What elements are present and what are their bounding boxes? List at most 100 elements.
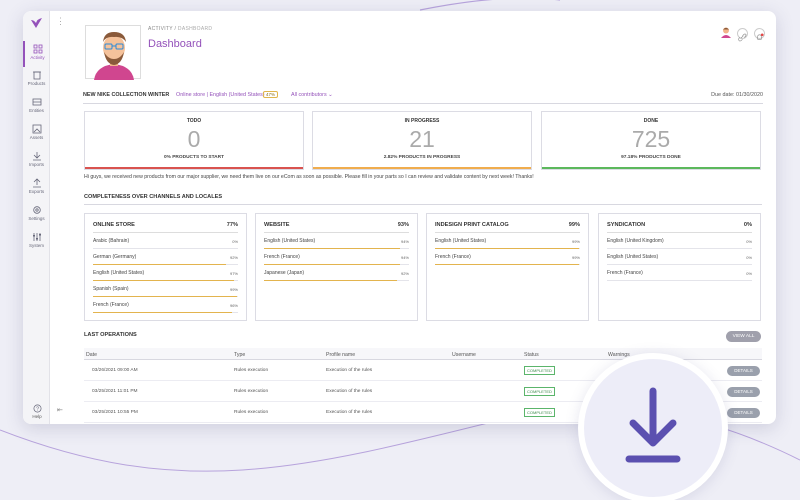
cell-type: Rules execution (234, 410, 269, 415)
stat-color-bar (85, 167, 303, 169)
project-avatar (85, 25, 141, 80)
user-avatar[interactable] (720, 26, 732, 38)
locale-row: English (United Kingdom) 0% (607, 238, 752, 252)
contributors-filter[interactable]: All contributors ⌄ (291, 92, 333, 98)
stat-card-todo[interactable]: TODO 0 0% PRODUCTS TO START (84, 111, 304, 170)
locale-pct: 97% (229, 271, 238, 276)
breadcrumb: ACTIVITY / DASHBOARD (148, 26, 212, 32)
details-button[interactable]: DETAILS (727, 387, 760, 397)
stat-color-bar (542, 167, 760, 169)
locale-name: French (France) (607, 270, 643, 276)
column-header[interactable]: Type (234, 352, 245, 358)
locale-name: German (Germany) (93, 254, 137, 260)
section-title-completeness: COMPLETENESS OVER CHANNELS AND LOCALES (84, 194, 223, 200)
status-badge: COMPLETED (524, 366, 555, 375)
locale-progress (93, 312, 233, 313)
locale-row: English (United States) 94% (264, 238, 409, 252)
locale-name: English (United States) (607, 254, 659, 260)
view-all-button[interactable]: VIEW ALL (726, 331, 761, 342)
help-button[interactable]: ? Help (28, 404, 46, 419)
locale-name: English (United States) (93, 270, 145, 276)
locale-name: Arabic (Bahrain) (93, 238, 130, 244)
locale-row: English (United States) 0% (607, 254, 752, 268)
locale-pct: 0% (232, 239, 238, 244)
locale-name: English (United States) (435, 238, 487, 244)
channel-name: WEBSITE (264, 222, 290, 228)
details-button[interactable]: DETAILS (727, 408, 760, 418)
channel-header: WEBSITE 93% (264, 222, 409, 233)
sidebar-item-label: Settings (28, 216, 45, 221)
sidebar-item-system[interactable]: System (23, 229, 50, 255)
stat-card-in-progress[interactable]: IN PROGRESS 21 2.82% PRODUCTS IN PROGRES… (312, 111, 532, 170)
logo-icon (31, 18, 42, 28)
stat-title: DONE (643, 118, 659, 124)
locale-progress (435, 248, 579, 249)
locale-progress (264, 248, 401, 249)
sidebar-item-settings[interactable]: Settings (23, 202, 50, 228)
cell-profile: Execution of the rules (326, 389, 373, 394)
project-name: NEW NIKE COLLECTION WINTER (83, 92, 170, 98)
column-header[interactable]: Status (524, 352, 539, 358)
link-icon[interactable] (737, 28, 748, 42)
locale-row: French (France) 96% (93, 302, 238, 316)
locale-progress (93, 264, 227, 265)
breadcrumb-parent[interactable]: ACTIVITY (148, 26, 173, 32)
sidebar-item-exports[interactable]: Exports (23, 175, 50, 201)
grid-icon (33, 44, 42, 54)
gear-icon (32, 206, 41, 214)
stat-card-done[interactable]: DONE 725 97.18% PRODUCTS DONE (541, 111, 761, 170)
locale-name: French (France) (93, 302, 129, 308)
channel-card-syndication: SYNDICATION 0% English (United Kingdom) 0%… (598, 213, 761, 321)
column-header[interactable]: Profile name (326, 352, 355, 358)
channel-name: INDESIGN PRINT CATALOG (435, 222, 509, 228)
sidebar-item-label: Exports (28, 189, 45, 194)
locale-row: Arabic (Bahrain) 0% (93, 238, 238, 252)
sidebar: Activity Products Entities Assets Import… (23, 11, 50, 424)
cell-date: 03/25/2021 11:01 PM (92, 389, 138, 394)
breadcrumb-separator: / (174, 26, 177, 32)
sidebar-item-activity[interactable]: Activity (23, 41, 50, 67)
sidebar-item-imports[interactable]: Imports (23, 148, 50, 174)
locale-row: English (United States) 99% (435, 238, 580, 252)
locale-pct: 0% (746, 271, 752, 276)
sidebar-item-entities[interactable]: Entities (23, 94, 50, 120)
channel-name: SYNDICATION (607, 222, 646, 228)
locale-row: Japanese (Japan) 92% (264, 270, 409, 284)
column-header[interactable]: Date (86, 352, 97, 358)
project-message: Hi guys, we received new products from o… (84, 174, 534, 180)
locale-pct: 99% (571, 255, 580, 260)
column-header[interactable]: Username (452, 352, 476, 358)
stat-value: 21 (409, 126, 435, 152)
sidebar-item-products[interactable]: Products (23, 67, 50, 93)
stat-title: TODO (186, 118, 202, 124)
locale-row: French (France) 99% (435, 254, 580, 268)
locale-pct: 92% (400, 271, 409, 276)
locale-name: Spanish (Spain) (93, 286, 129, 292)
notification-icon[interactable] (754, 28, 765, 40)
download-button[interactable] (578, 353, 728, 500)
sidebar-item-assets[interactable]: Assets (23, 121, 50, 147)
locale-row: German (Germany) 92% (93, 254, 238, 268)
entities-icon (32, 98, 41, 106)
channel-header: INDESIGN PRINT CATALOG 99% (435, 222, 580, 233)
locale-name: English (United States) (264, 238, 316, 244)
cell-type: Rules execution (234, 389, 269, 394)
channel-header: ONLINE STORE 77% (93, 222, 238, 233)
download-icon (625, 387, 681, 463)
project-completion-badge: 47% (263, 91, 279, 98)
details-button[interactable]: DETAILS (727, 366, 760, 376)
trash-icon (32, 71, 41, 80)
status-badge: COMPLETED (524, 408, 555, 417)
channel-locale-selector[interactable]: Online store | English (United States) (176, 92, 265, 98)
locale-progress (264, 264, 401, 265)
breadcrumb-current: DASHBOARD (177, 26, 213, 32)
collapse-sidebar-icon[interactable]: ⇤ (57, 406, 63, 414)
stat-subtitle: 97.18% PRODUCTS DONE (621, 155, 681, 160)
help-label: Help (32, 414, 42, 419)
more-options-icon[interactable]: ⋮ (56, 17, 65, 26)
locale-name: French (France) (435, 254, 471, 260)
cell-profile: Execution of the rules (326, 410, 373, 415)
stat-subtitle: 0% PRODUCTS TO START (163, 155, 225, 160)
locale-row: French (France) 94% (264, 254, 409, 268)
locale-pct: 94% (400, 239, 409, 244)
